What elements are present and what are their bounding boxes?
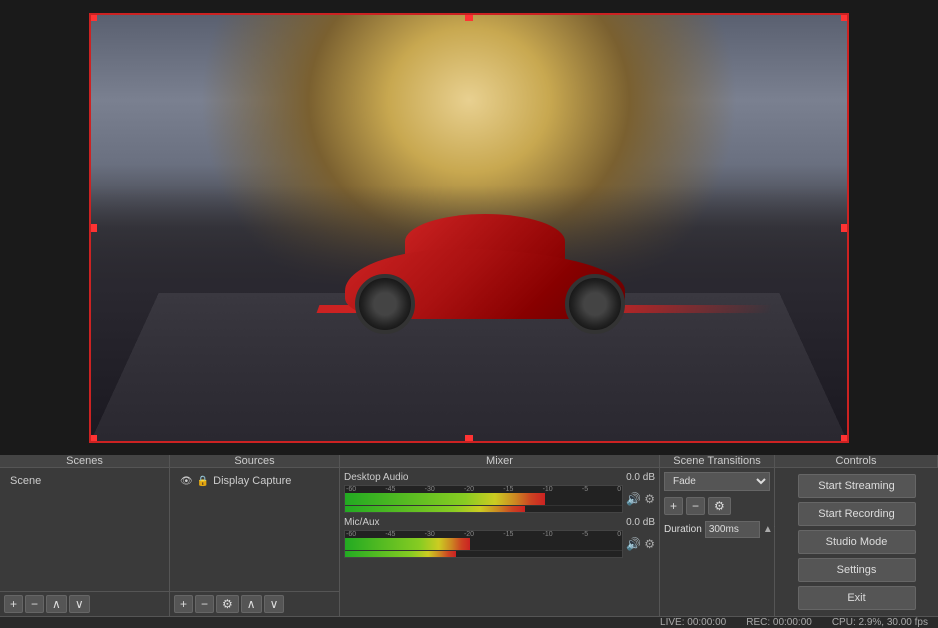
transition-settings-button[interactable]: ⚙ — [708, 497, 731, 515]
scenes-add-button[interactable]: + — [4, 595, 23, 613]
transition-add-button[interactable]: + — [664, 497, 683, 515]
mixer-channel-mic: Mic/Aux 0.0 dB -60-45-30-20-15-10-50 — [344, 517, 655, 558]
status-bar: LIVE: 00:00:00 REC: 00:00:00 CPU: 2.9%, … — [0, 616, 938, 628]
mixer-desktop-fill2 — [345, 506, 525, 513]
sources-settings-button[interactable]: ⚙ — [216, 595, 239, 613]
sources-remove-button[interactable]: − — [195, 595, 214, 613]
source-item-label: Display Capture — [213, 475, 291, 487]
mixer-desktop-track1 — [345, 493, 622, 506]
mixer-mic-db: 0.0 dB — [626, 517, 655, 528]
scenes-panel: Scene + − ∧ ∨ — [0, 468, 170, 616]
handle-bottom-right[interactable] — [841, 435, 849, 443]
exit-button[interactable]: Exit — [798, 586, 916, 610]
scene-background — [91, 15, 847, 441]
mixer-channel-mic-header: Mic/Aux 0.0 dB — [344, 517, 655, 528]
status-cpu: CPU: 2.9%, 30.00 fps — [832, 617, 928, 628]
sources-up-button[interactable]: ∧ — [241, 595, 262, 613]
mixer-desktop-gear-icon[interactable]: ⚙ — [644, 492, 655, 506]
scenes-toolbar: + − ∧ ∨ — [0, 591, 169, 616]
mixer-desktop-controls: 🔊 ⚙ — [626, 492, 655, 506]
mixer-desktop-scale: -60-45-30-20-15-10-50 — [345, 486, 622, 493]
controls-header: Controls — [775, 455, 938, 467]
mixer-mic-controls: 🔊 ⚙ — [626, 537, 655, 551]
scenes-list: Scene — [0, 468, 169, 591]
sources-panel: 👁 🔒 Display Capture + − ⚙ ∧ ∨ — [170, 468, 340, 616]
sources-down-button[interactable]: ∨ — [264, 595, 285, 613]
mixer-mic-gear-icon[interactable]: ⚙ — [644, 537, 655, 551]
mixer-header-label: Mixer — [486, 455, 513, 467]
sections-header: Scenes Sources Mixer Scene Transitions C… — [0, 455, 938, 468]
scenes-header-label: Scenes — [66, 455, 103, 467]
mixer-header: Mixer — [340, 455, 660, 467]
source-visibility-icon[interactable]: 👁 — [180, 476, 193, 487]
studio-mode-button[interactable]: Studio Mode — [798, 530, 916, 554]
handle-top-right[interactable] — [841, 13, 849, 21]
duration-input[interactable] — [705, 521, 760, 538]
transition-toolbar: + − ⚙ — [664, 497, 770, 515]
scenes-header: Scenes — [0, 455, 170, 467]
mixer-mic-track2 — [345, 551, 622, 558]
scene-item[interactable]: Scene — [4, 472, 165, 490]
source-lock-icon: 🔒 — [197, 476, 209, 487]
controls-panel: Start Streaming Start Recording Studio M… — [775, 468, 938, 616]
handle-top-left[interactable] — [89, 13, 97, 21]
mixer-panel: Desktop Audio 0.0 dB -60-45-30-20-15-10-… — [340, 468, 660, 616]
mixer-channel-desktop: Desktop Audio 0.0 dB -60-45-30-20-15-10-… — [344, 472, 655, 513]
mixer-mic-fill2 — [345, 551, 456, 558]
transition-remove-button[interactable]: − — [686, 497, 705, 515]
sources-header: Sources — [170, 455, 340, 467]
controls-header-label: Controls — [836, 455, 877, 467]
preview-canvas — [89, 13, 849, 443]
mixer-mic-bars: -60-45-30-20-15-10-50 — [344, 530, 623, 558]
handle-mid-left[interactable] — [89, 224, 97, 232]
source-item[interactable]: 👁 🔒 Display Capture — [174, 472, 335, 490]
mixer-mic-track1 — [345, 538, 622, 551]
handle-top-mid[interactable] — [465, 13, 473, 21]
mixer-desktop-mute-icon[interactable]: 🔊 — [626, 492, 641, 506]
transitions-header: Scene Transitions — [660, 455, 775, 467]
mixer-desktop-db: 0.0 dB — [626, 472, 655, 483]
transitions-panel: Fade + − ⚙ Duration ▲▼ — [660, 468, 775, 616]
mixer-desktop-fill1 — [345, 493, 545, 505]
start-streaming-button[interactable]: Start Streaming — [798, 474, 916, 498]
mixer-desktop-bars: -60-45-30-20-15-10-50 — [344, 485, 623, 513]
preview-area — [0, 0, 938, 455]
mixer-mic-mute-icon[interactable]: 🔊 — [626, 537, 641, 551]
duration-label: Duration — [664, 524, 702, 535]
status-rec: REC: 00:00:00 — [746, 617, 812, 628]
mixer-mic-scale: -60-45-30-20-15-10-50 — [345, 531, 622, 538]
mixer-mic-bars-container: -60-45-30-20-15-10-50 🔊 ⚙ — [344, 530, 655, 558]
duration-row: Duration ▲▼ — [664, 521, 770, 538]
scene-item-label: Scene — [10, 475, 41, 487]
sources-header-label: Sources — [234, 455, 274, 467]
car-wheel-left — [355, 274, 415, 334]
transitions-header-label: Scene Transitions — [673, 455, 760, 467]
handle-mid-right[interactable] — [841, 224, 849, 232]
scenes-remove-button[interactable]: − — [25, 595, 44, 613]
status-live: LIVE: 00:00:00 — [660, 617, 726, 628]
bottom-panel: Scenes Sources Mixer Scene Transitions C… — [0, 455, 938, 626]
transition-type-select[interactable]: Fade — [664, 472, 770, 491]
sources-add-button[interactable]: + — [174, 595, 193, 613]
mixer-mic-label: Mic/Aux — [344, 517, 380, 528]
sources-toolbar: + − ⚙ ∧ ∨ — [170, 591, 339, 616]
handle-bottom-left[interactable] — [89, 435, 97, 443]
mixer-mic-fill1 — [345, 538, 470, 550]
scenes-up-button[interactable]: ∧ — [46, 595, 67, 613]
mixer-desktop-track2 — [345, 506, 622, 513]
mixer-channel-desktop-header: Desktop Audio 0.0 dB — [344, 472, 655, 483]
scenes-down-button[interactable]: ∨ — [69, 595, 90, 613]
panels-content: Scene + − ∧ ∨ 👁 🔒 Display Capture + — [0, 468, 938, 616]
start-recording-button[interactable]: Start Recording — [798, 502, 916, 526]
mixer-desktop-bars-container: -60-45-30-20-15-10-50 🔊 ⚙ — [344, 485, 655, 513]
car-wheel-right — [565, 274, 625, 334]
settings-button[interactable]: Settings — [798, 558, 916, 582]
mixer-desktop-label: Desktop Audio — [344, 472, 409, 483]
handle-bottom-mid[interactable] — [465, 435, 473, 443]
sources-list: 👁 🔒 Display Capture — [170, 468, 339, 591]
car — [325, 204, 645, 334]
